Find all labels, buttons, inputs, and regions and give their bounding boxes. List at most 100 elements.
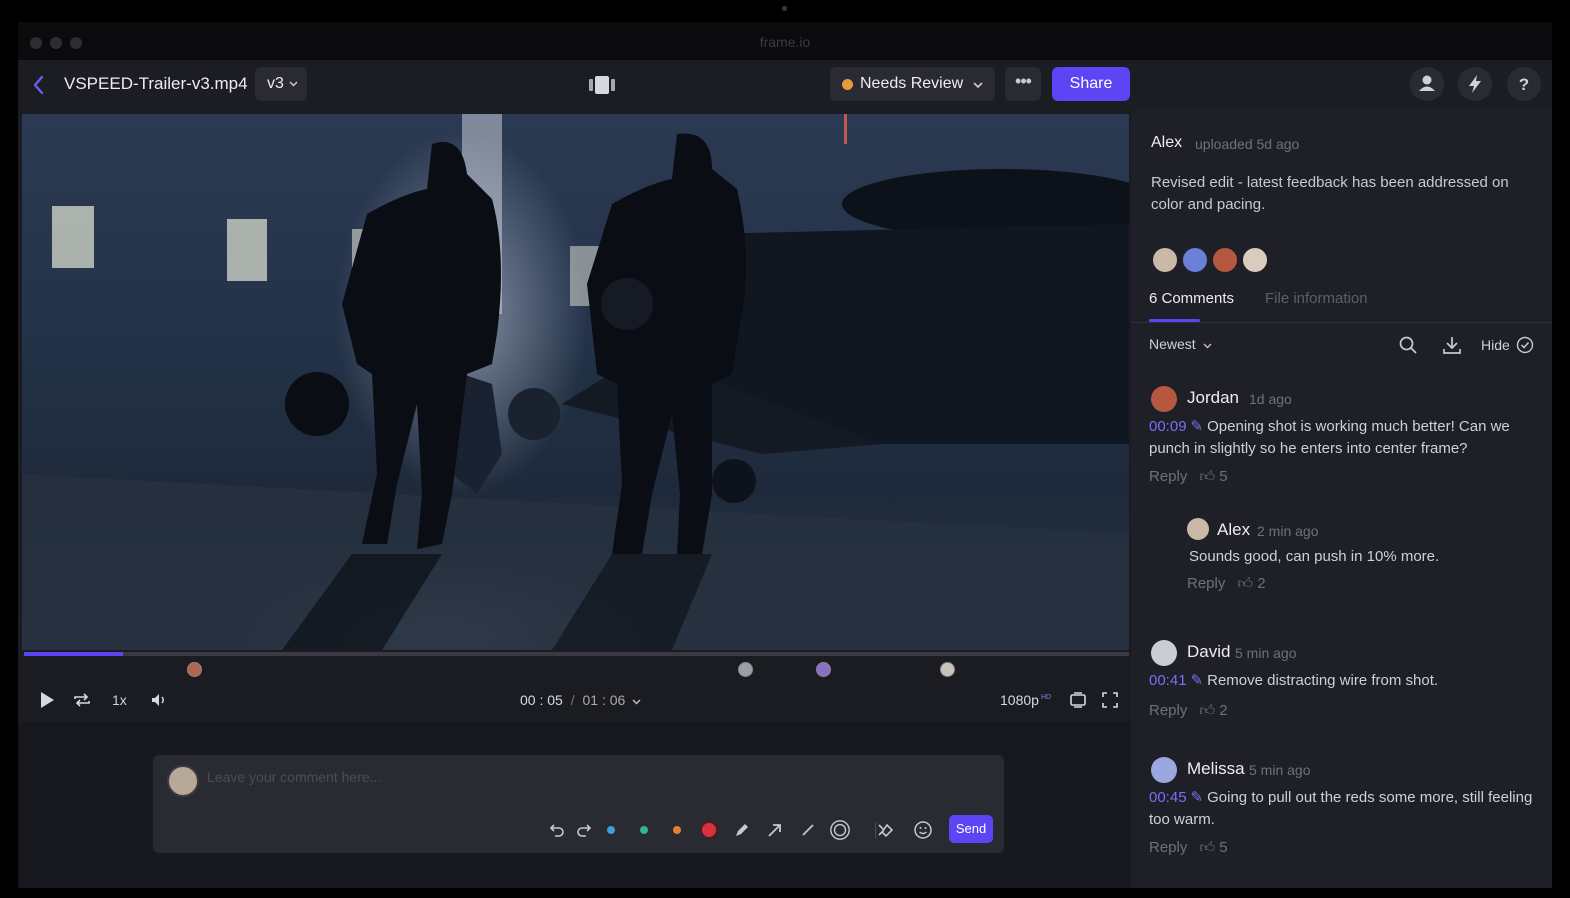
reply-button[interactable]: Reply — [1149, 468, 1187, 485]
version-label: v3 — [267, 75, 284, 92]
progress-bar[interactable] — [24, 652, 1129, 656]
pen-icon[interactable] — [731, 819, 753, 841]
svg-text:?: ? — [1519, 75, 1529, 94]
comment-marker-jordan[interactable] — [187, 662, 202, 677]
search-icon[interactable] — [1397, 334, 1419, 356]
comment-text: 00:41 ✎ Remove distracting wire from shot. — [1149, 670, 1541, 692]
status-label: Needs Review — [860, 75, 964, 92]
play-icon[interactable] — [38, 690, 56, 710]
comment-time: 5 min ago — [1235, 645, 1297, 661]
quality-label: 1080p — [1000, 692, 1039, 708]
avatar[interactable] — [1211, 246, 1239, 274]
upload-time: uploaded 5d ago — [1195, 136, 1300, 152]
comment-time: 1d ago — [1249, 391, 1292, 407]
status-dropdown[interactable]: Needs Review — [830, 67, 995, 101]
help-button[interactable]: ? — [1507, 67, 1541, 101]
reply-item: Alex 2 min ago Sounds good, can push in … — [1187, 518, 1537, 602]
color-swatch-green[interactable] — [633, 819, 655, 841]
comment-marker-alex[interactable] — [940, 662, 955, 677]
playback-speed[interactable]: 1x — [112, 692, 127, 708]
aspect-ratio-icon[interactable] — [1069, 690, 1087, 710]
reply-button[interactable]: Reply — [1149, 702, 1187, 719]
multi-view-icon — [589, 76, 615, 94]
like-button[interactable]: 👍︎ 2 — [1237, 575, 1265, 593]
video-frame[interactable] — [22, 114, 1129, 650]
send-button[interactable]: Send — [949, 815, 993, 843]
comment-time: 2 min ago — [1257, 523, 1319, 539]
quality-selector[interactable]: 1080p HD — [1000, 692, 1051, 708]
comment-marker-melissa[interactable] — [816, 662, 831, 677]
hide-label: Hide — [1481, 337, 1510, 353]
current-time: 00 : 05 — [520, 692, 563, 708]
avatar[interactable] — [1241, 246, 1269, 274]
download-icon[interactable] — [1441, 334, 1463, 356]
comment-actions: Reply 👍︎ 5 — [1149, 839, 1228, 857]
like-count: 5 — [1219, 468, 1228, 485]
like-button[interactable]: 👍︎ 2 — [1199, 702, 1227, 720]
timecode-display[interactable]: 00 : 05 / 01 : 06 — [520, 692, 641, 708]
thumbs-up-icon: 👍︎ — [1237, 575, 1254, 592]
reply-button[interactable]: Reply — [1187, 575, 1225, 592]
playback-controls: 1x 00 : 05 / 01 : 06 1080p HD — [18, 682, 1131, 722]
comment-actions: Reply 👍︎ 2 — [1149, 702, 1228, 720]
file-name: VSPEED-Trailer-v3.mp4 — [64, 74, 248, 93]
avatar — [1187, 518, 1209, 540]
color-swatch-red-selected[interactable] — [698, 819, 720, 841]
sort-dropdown[interactable]: Newest — [1149, 336, 1212, 352]
comment-timecode[interactable]: 00:41 — [1149, 672, 1187, 689]
share-button[interactable]: Share — [1052, 67, 1130, 101]
comment-timecode[interactable]: 00:45 — [1149, 789, 1187, 806]
back-button[interactable] — [28, 72, 50, 98]
color-swatch-orange[interactable] — [666, 819, 688, 841]
more-options-button[interactable]: ••• — [1005, 67, 1041, 101]
comments-panel: Alex uploaded 5d ago Revised edit - late… — [1131, 110, 1552, 888]
avatar — [1151, 640, 1177, 666]
version-selector[interactable]: v3 — [255, 67, 307, 101]
thumbs-up-icon: 👍︎ — [1199, 839, 1216, 856]
video-scene-image — [22, 114, 1129, 650]
annotation-icon: ✎ — [1190, 789, 1204, 806]
avatar[interactable] — [1151, 246, 1179, 274]
circle-shape-icon[interactable] — [829, 819, 851, 841]
avatar[interactable] — [1181, 246, 1209, 274]
progress-fill — [24, 652, 124, 656]
loop-icon[interactable] — [72, 690, 92, 710]
comment-marker-david[interactable] — [738, 662, 753, 677]
chevron-down-icon — [289, 81, 298, 87]
actions-button[interactable] — [1458, 67, 1492, 101]
undo-icon[interactable] — [546, 819, 568, 841]
line-icon[interactable] — [797, 819, 819, 841]
comment-timecode[interactable]: 00:09 — [1149, 418, 1187, 435]
hide-comments-button[interactable]: Hide — [1481, 336, 1534, 354]
like-count: 2 — [1257, 575, 1266, 592]
arrow-icon[interactable] — [764, 819, 786, 841]
reply-button[interactable]: Reply — [1149, 839, 1187, 856]
clear-drawing-icon[interactable] — [875, 819, 897, 841]
chevron-down-icon — [973, 82, 983, 89]
comment-composer[interactable]: Leave your comment here... Send — [153, 755, 1004, 853]
like-count: 5 — [1219, 839, 1228, 856]
account-button[interactable] — [1410, 67, 1444, 101]
thumbs-up-icon: 👍︎ — [1199, 468, 1216, 485]
hd-badge: HD — [1040, 694, 1052, 702]
redo-icon[interactable] — [573, 819, 595, 841]
comment-actions: Reply 👍︎ 2 — [1187, 575, 1266, 593]
title-bar: frame.io — [18, 22, 1552, 60]
status-dot — [842, 79, 853, 90]
comment-body: Going to pull out the reds some more, st… — [1149, 789, 1533, 828]
like-button[interactable]: 👍︎ 5 — [1199, 839, 1227, 857]
like-button[interactable]: 👍︎ 5 — [1199, 468, 1227, 486]
tab-file-information[interactable]: File information — [1265, 290, 1368, 307]
volume-icon[interactable] — [149, 690, 169, 710]
comment-author: Jordan — [1187, 388, 1239, 407]
tab-comments[interactable]: 6 Comments — [1149, 290, 1234, 307]
multi-view-button[interactable] — [586, 74, 618, 96]
emoji-icon[interactable] — [912, 819, 934, 841]
annotation-icon: ✎ — [1190, 418, 1204, 435]
comment-input[interactable]: Leave your comment here... — [207, 769, 381, 785]
comment-actions: Reply 👍︎ 5 — [1149, 468, 1228, 486]
color-swatch-blue[interactable] — [600, 819, 622, 841]
fullscreen-icon[interactable] — [1101, 690, 1119, 710]
back-chevron-icon — [33, 75, 44, 95]
file-description: Revised edit - latest feedback has been … — [1151, 174, 1509, 213]
